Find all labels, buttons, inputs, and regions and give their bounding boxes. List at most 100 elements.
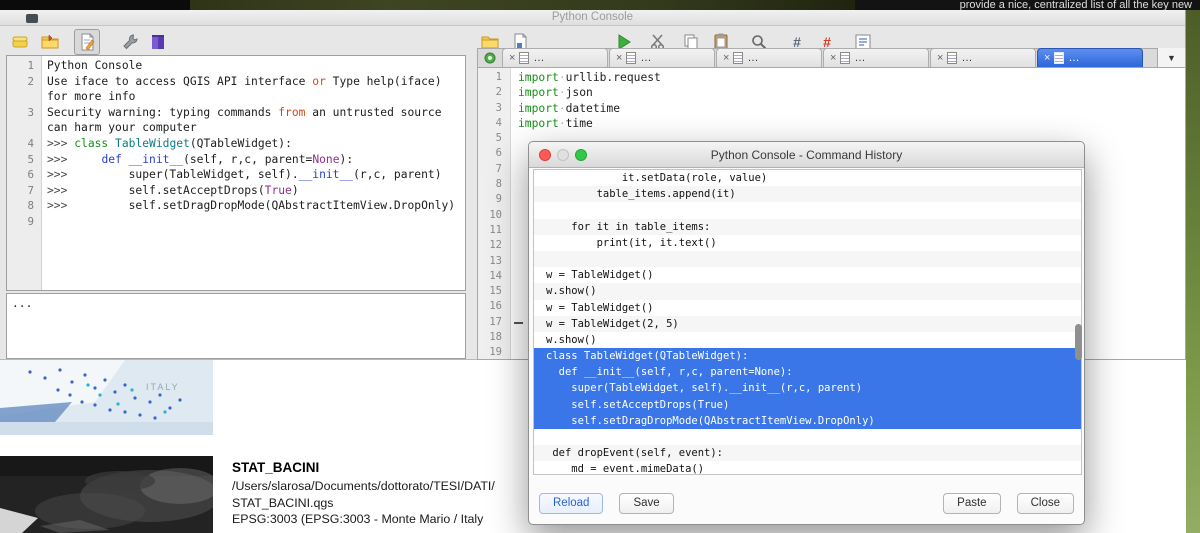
console-input-prompt: ... xyxy=(7,294,465,310)
desktop-wallpaper-right xyxy=(1186,10,1200,533)
recent-project-entry[interactable]: STAT_BACINI /Users/slarosa/Documents/dot… xyxy=(232,460,572,528)
recent-project-thumbnail-map[interactable]: ITALY xyxy=(0,360,213,435)
tab-label: … xyxy=(1068,52,1079,64)
project-crs: EPSG:3003 (EPSG:3003 - Monte Mario / Ita… xyxy=(232,511,572,528)
save-button[interactable]: Save xyxy=(619,493,673,514)
help-icon[interactable] xyxy=(148,32,168,52)
editor-line: 4import·time xyxy=(478,116,1185,131)
project-title: STAT_BACINI xyxy=(232,460,572,475)
document-icon xyxy=(626,52,636,64)
history-item[interactable]: class TableWidget(QTableWidget): xyxy=(534,348,1081,364)
console-line: 5>>> def __init__(self, r,c, parent=None… xyxy=(7,152,465,168)
minimize-traffic-light-icon[interactable] xyxy=(557,149,569,161)
history-item[interactable]: table_items.append(it) xyxy=(534,186,1081,202)
history-item[interactable]: self.setDragDropMode(QAbstractItemView.D… xyxy=(534,413,1081,429)
editor-tab[interactable]: ×… xyxy=(823,48,929,67)
console-line: 9 xyxy=(7,214,465,230)
editor-line: 1import·urllib.request xyxy=(478,70,1185,85)
close-traffic-light-icon[interactable] xyxy=(539,149,551,161)
editor-tab[interactable]: ×… xyxy=(1037,48,1143,67)
history-item[interactable]: it.setData(role, value) xyxy=(534,170,1081,186)
dialog-title: Python Console - Command History xyxy=(529,142,1084,168)
history-item[interactable]: for it in table_items: xyxy=(534,219,1081,235)
desktop-black-region xyxy=(0,0,190,10)
tab-label: … xyxy=(854,52,865,64)
dialog-footer: Reload Save Paste Close xyxy=(529,491,1084,515)
document-icon xyxy=(1054,52,1064,64)
editor-line: 3import·datetime xyxy=(478,101,1185,116)
history-item[interactable]: w.show() xyxy=(534,283,1081,299)
history-item[interactable] xyxy=(534,429,1081,445)
tab-close-icon[interactable]: × xyxy=(1044,53,1050,64)
zoom-traffic-light-icon[interactable] xyxy=(575,149,587,161)
document-icon xyxy=(519,52,529,64)
history-item[interactable]: w.show() xyxy=(534,332,1081,348)
console-line: 6>>> super(TableWidget, self).__init__(r… xyxy=(7,167,465,183)
history-item[interactable]: w = TableWidget() xyxy=(534,267,1081,283)
console-line: for more info xyxy=(7,89,465,105)
window-titlebar[interactable]: Python Console xyxy=(0,10,1185,26)
console-output[interactable]: 1Python Console2Use iface to access QGIS… xyxy=(6,55,466,291)
project-path-line-1: /Users/slarosa/Documents/dottorato/TESI/… xyxy=(232,478,572,495)
paste-button[interactable]: Paste xyxy=(943,493,1000,514)
close-button[interactable]: Close xyxy=(1017,493,1074,514)
console-line: 7>>> self.setAcceptDrops(True) xyxy=(7,183,465,199)
console-line: 1Python Console xyxy=(7,58,465,74)
tab-close-icon[interactable]: × xyxy=(723,53,729,64)
tab-close-icon[interactable]: × xyxy=(937,53,943,64)
scrollbar-thumb[interactable] xyxy=(1075,324,1082,360)
window-proxy-icon xyxy=(26,14,38,23)
history-item[interactable]: w = TableWidget(2, 5) xyxy=(534,316,1081,332)
console-line: 8>>> self.setDragDropMode(QAbstractItemV… xyxy=(7,198,465,214)
console-line: can harm your computer xyxy=(7,120,465,136)
editor-tab[interactable]: ×… xyxy=(930,48,1036,67)
history-item[interactable]: super(TableWidget, self).__init__(r,c, p… xyxy=(534,380,1081,396)
dialog-titlebar[interactable]: Python Console - Command History xyxy=(529,142,1084,168)
new-tab-icon[interactable] xyxy=(478,48,502,67)
chevron-down-icon: ▼ xyxy=(1167,53,1176,63)
editor-tab-bar: ×…×…×…×…×…×… ▼ xyxy=(477,48,1186,68)
tab-close-icon[interactable]: × xyxy=(509,53,515,64)
console-line: 3Security warning: typing commands from … xyxy=(7,105,465,121)
command-history-dialog: Python Console - Command History it.setD… xyxy=(528,141,1085,525)
document-icon xyxy=(840,52,850,64)
tab-strip: ×…×…×…×…×…×… xyxy=(502,49,1143,67)
history-item[interactable]: def dropEvent(self, event): xyxy=(534,445,1081,461)
desktop-wallpaper xyxy=(190,0,855,10)
tab-list-dropdown[interactable]: ▼ xyxy=(1157,48,1185,67)
history-item[interactable]: md = event.mimeData() xyxy=(534,461,1081,475)
editor-tab[interactable]: ×… xyxy=(502,48,608,67)
desktop-background: provide a nice, centralized list of all … xyxy=(0,0,1200,10)
recent-project-thumbnail-relief[interactable] xyxy=(0,456,213,533)
tab-label: … xyxy=(747,52,758,64)
show-editor-icon[interactable] xyxy=(74,29,100,55)
project-path-line-2: STAT_BACINI.qgs xyxy=(232,495,572,512)
history-item[interactable]: def __init__(self, r,c, parent=None): xyxy=(534,364,1081,380)
tab-label: … xyxy=(640,52,651,64)
editor-tab[interactable]: ×… xyxy=(716,48,822,67)
tab-close-icon[interactable]: × xyxy=(830,53,836,64)
window-title: Python Console xyxy=(0,10,1185,25)
document-icon xyxy=(733,52,743,64)
console-input[interactable]: ... xyxy=(6,293,466,359)
history-item[interactable]: self.setAcceptDrops(True) xyxy=(534,397,1081,413)
open-file-icon[interactable] xyxy=(40,32,60,52)
tab-label: … xyxy=(533,52,544,64)
reload-button[interactable]: Reload xyxy=(539,493,603,514)
history-item[interactable] xyxy=(534,251,1081,267)
console-line: 4>>> class TableWidget(QTableWidget): xyxy=(7,136,465,152)
tab-label: … xyxy=(961,52,972,64)
background-window: provide a nice, centralized list of all … xyxy=(855,0,1200,10)
history-item[interactable] xyxy=(534,202,1081,218)
clear-console-icon[interactable] xyxy=(10,32,30,52)
tab-close-icon[interactable]: × xyxy=(616,53,622,64)
map-label-italy: ITALY xyxy=(146,382,180,392)
history-item[interactable]: print(it, it.text() xyxy=(534,235,1081,251)
history-list[interactable]: it.setData(role, value) table_items.appe… xyxy=(533,169,1082,475)
history-item[interactable]: w = TableWidget() xyxy=(534,300,1081,316)
options-icon[interactable] xyxy=(120,32,140,52)
console-rows: 1Python Console2Use iface to access QGIS… xyxy=(7,56,465,230)
editor-tab[interactable]: ×… xyxy=(609,48,715,67)
fold-marker-icon[interactable] xyxy=(514,322,523,324)
console-line: 2Use iface to access QGIS API interface … xyxy=(7,74,465,90)
